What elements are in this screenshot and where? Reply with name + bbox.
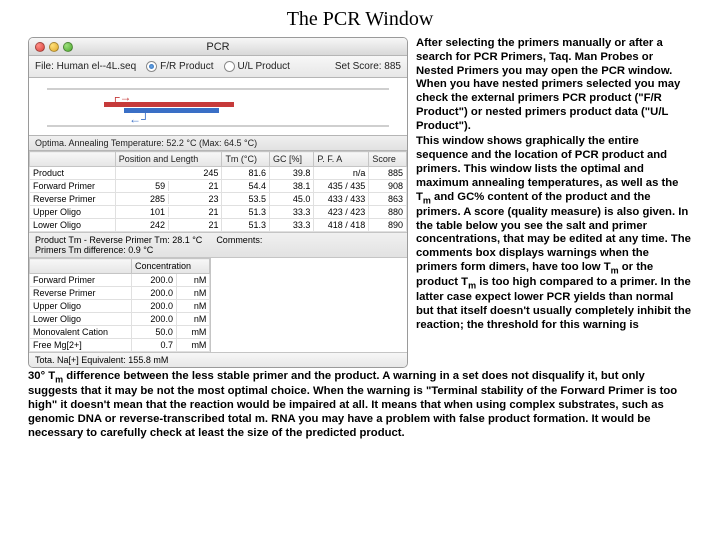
anneal-temp-line: Optima. Annealing Temperature: 52.2 °C (… (29, 136, 407, 151)
slide-title: The PCR Window (0, 0, 720, 37)
radio-fr-label: F/R Product (160, 61, 213, 72)
primers-tm-diff: Primers Tm difference: 0.9 °C (35, 245, 202, 255)
radio-ul-label: U/L Product (238, 61, 290, 72)
radio-icon (146, 61, 157, 72)
primer-table: Position and Length Tm (°C) GC [%] P. F.… (29, 151, 407, 232)
col-gc: GC [%] (270, 152, 314, 167)
red-bar (104, 102, 234, 107)
body-text-right: After selecting the primers manually or … (416, 37, 692, 368)
mid-info: Product Tm - Reverse Primer Tm: 28.1 °C … (29, 232, 407, 258)
table-row[interactable]: Forward Primer200.0nM (30, 274, 210, 287)
col-pfa: P. F. A (314, 152, 369, 167)
set-score: Set Score: 885 (335, 61, 401, 72)
sequence-graph: ┌→ ←┘ (29, 78, 407, 136)
comments-label: Comments: (216, 235, 262, 255)
pcr-window: PCR File: Human el--4L.seq F/R Product U… (28, 37, 408, 368)
table-row: Lower Oligo2422151.333.3418 / 418890 (30, 219, 407, 232)
concentration-table: Concentration Forward Primer200.0nM Reve… (29, 258, 210, 352)
col-position: Position and Length (115, 152, 222, 167)
body-text-bottom: 30° Tm difference between the less stabl… (0, 368, 720, 440)
table-row: Reverse Primer2852353.545.0433 / 433863 (30, 193, 407, 206)
radio-fr[interactable]: F/R Product (146, 61, 213, 72)
table-row[interactable]: Reverse Primer200.0nM (30, 287, 210, 300)
window-title: PCR (29, 41, 407, 53)
na-equivalent: Tota. Na[+] Equivalent: 155.8 mM (29, 352, 407, 367)
file-label: File: Human el--4L.seq (35, 61, 136, 72)
table-row[interactable]: Upper Oligo200.0nM (30, 300, 210, 313)
screenshot-panel: PCR File: Human el--4L.seq F/R Product U… (28, 37, 408, 368)
table-row: Product24581.639.8n/a885 (30, 167, 407, 180)
comments-box[interactable] (210, 258, 407, 352)
col-score: Score (369, 152, 407, 167)
radio-ul[interactable]: U/L Product (224, 61, 290, 72)
table-row[interactable]: Free Mg[2+]0.7mM (30, 339, 210, 352)
radio-icon (224, 61, 235, 72)
col-concentration: Concentration (132, 259, 210, 274)
table-row: Forward Primer592154.438.1435 / 435908 (30, 180, 407, 193)
table-row[interactable]: Monovalent Cation50.0mM (30, 326, 210, 339)
product-tm-diff: Product Tm - Reverse Primer Tm: 28.1 °C (35, 235, 202, 245)
titlebar: PCR (29, 38, 407, 56)
toolbar: File: Human el--4L.seq F/R Product U/L P… (29, 56, 407, 78)
col-tm: Tm (°C) (222, 152, 270, 167)
reverse-marker-icon: ←┘ (129, 112, 150, 126)
table-row: Upper Oligo1012151.333.3423 / 423880 (30, 206, 407, 219)
table-row[interactable]: Lower Oligo200.0nM (30, 313, 210, 326)
